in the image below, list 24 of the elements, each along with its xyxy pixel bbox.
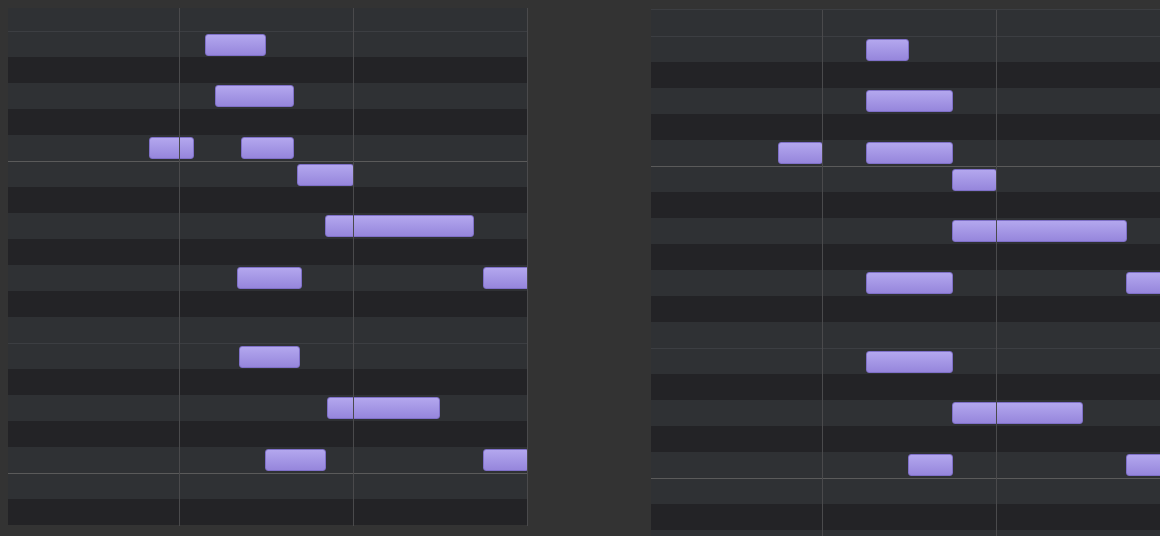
note-block[interactable] — [237, 267, 302, 289]
note-block[interactable] — [866, 142, 953, 164]
note-block[interactable] — [241, 137, 294, 159]
note-block[interactable] — [908, 454, 953, 476]
note-block[interactable] — [265, 449, 326, 471]
note-block[interactable] — [327, 397, 440, 419]
note-block[interactable] — [325, 215, 474, 237]
note-block[interactable] — [952, 169, 997, 191]
note-block[interactable] — [297, 164, 354, 186]
note-block[interactable] — [1126, 454, 1160, 476]
note-block[interactable] — [866, 272, 953, 294]
note-block[interactable] — [952, 220, 1127, 242]
note-block[interactable] — [866, 39, 909, 61]
note-block[interactable] — [239, 346, 300, 368]
note-block[interactable] — [483, 267, 527, 289]
note-block[interactable] — [215, 85, 294, 107]
note-block[interactable] — [952, 402, 1083, 424]
note-block[interactable] — [483, 449, 527, 471]
note-block[interactable] — [205, 34, 266, 56]
note-block[interactable] — [866, 351, 953, 373]
note-block[interactable] — [149, 137, 194, 159]
note-block[interactable] — [866, 90, 953, 112]
note-block[interactable] — [1126, 272, 1160, 294]
note-block[interactable] — [778, 142, 823, 164]
